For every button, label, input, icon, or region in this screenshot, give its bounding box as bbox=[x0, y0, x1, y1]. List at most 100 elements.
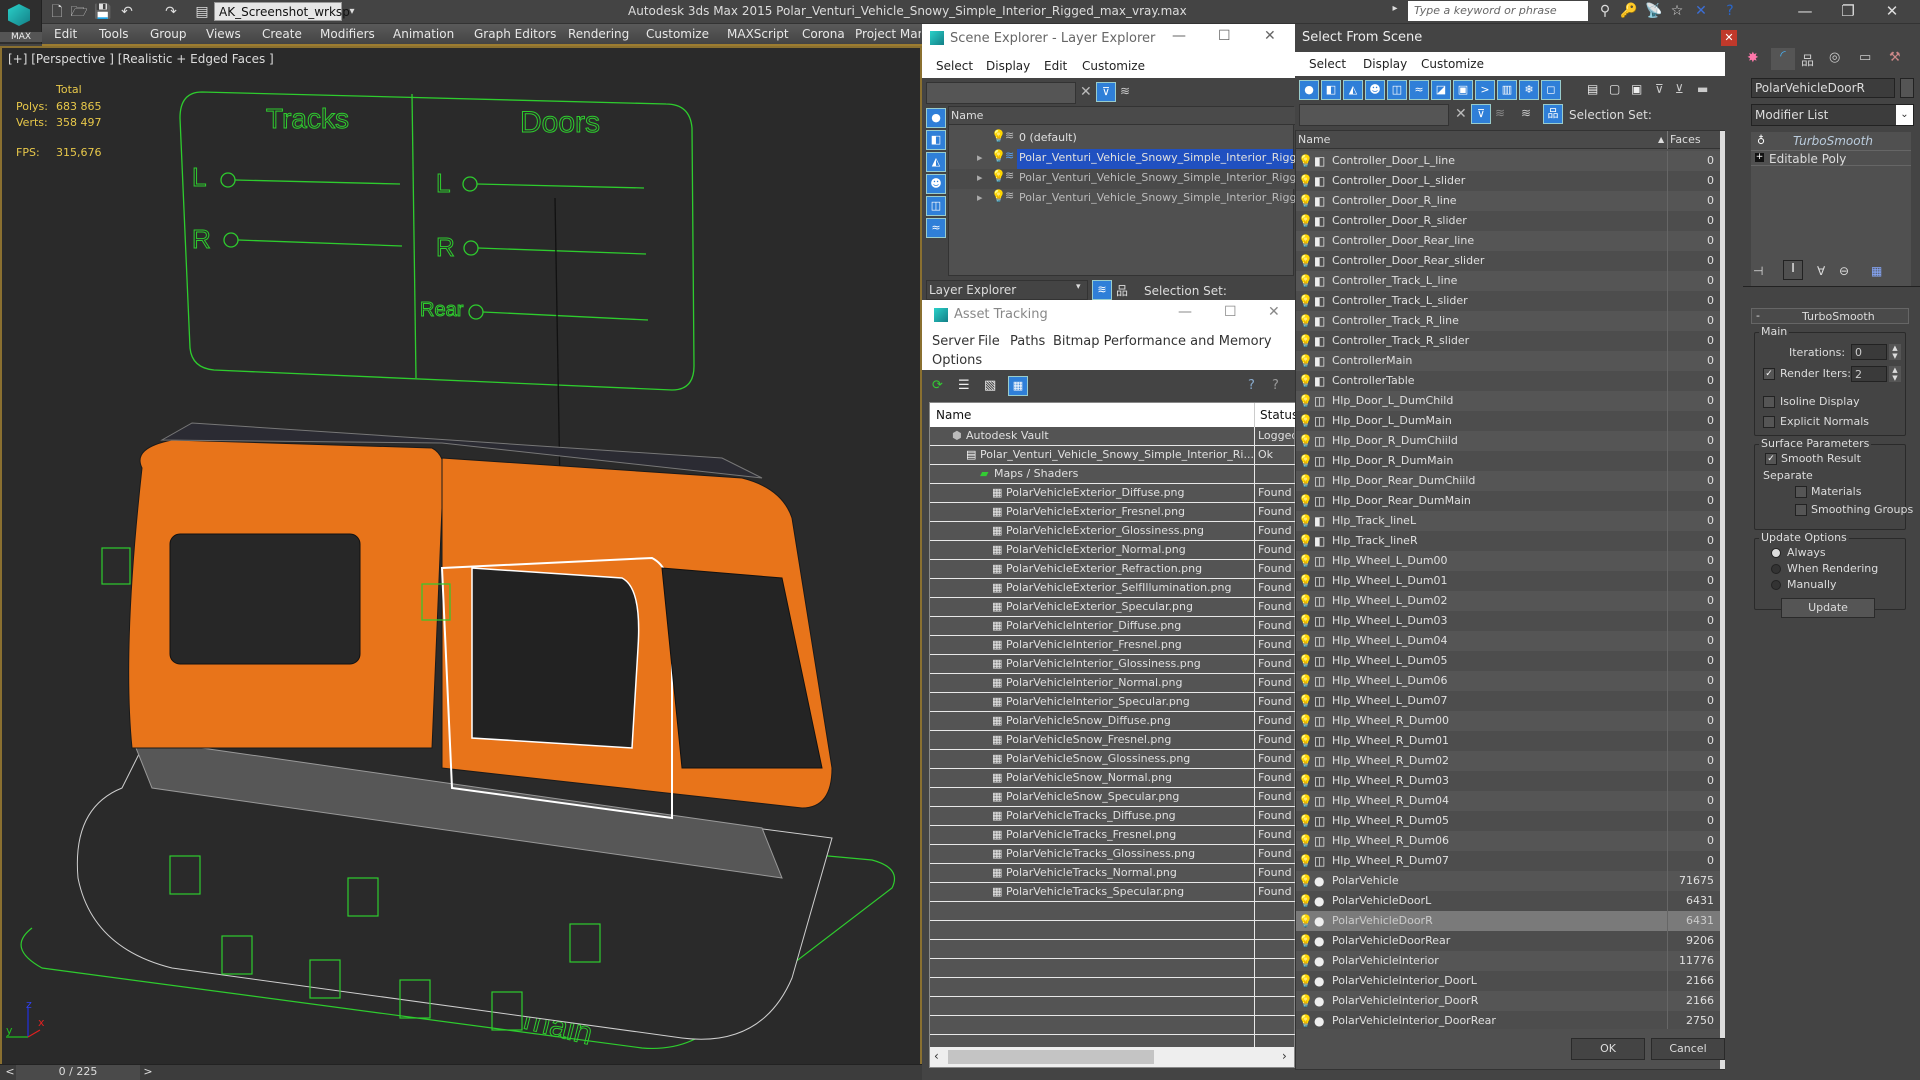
select-all-icon[interactable]: ▤ bbox=[1587, 82, 1598, 96]
light-bulb-icon[interactable]: 💡 bbox=[1298, 951, 1313, 971]
update-always-radio[interactable] bbox=[1771, 548, 1781, 558]
menu-project-manager[interactable]: Project Man bbox=[855, 27, 921, 41]
refresh-icon[interactable]: ⟳ bbox=[932, 378, 943, 393]
asset-row[interactable]: ▦ PolarVehicleTracks_Specular.png Found bbox=[930, 883, 1296, 902]
light-bulb-icon[interactable]: 💡 bbox=[1298, 211, 1313, 231]
menu-corona[interactable]: Corona bbox=[802, 27, 845, 41]
close-button[interactable]: ✕ bbox=[1264, 28, 1276, 44]
maximize-button[interactable]: ☐ bbox=[1224, 304, 1237, 320]
light-bulb-icon[interactable]: 💡 bbox=[1298, 731, 1313, 751]
object-row[interactable]: 💡 ◫ Hlp_Wheel_R_Dum04 0 bbox=[1296, 791, 1720, 811]
menu-edit[interactable]: Edit bbox=[54, 27, 77, 41]
light-bulb-icon[interactable]: 💡 bbox=[1298, 291, 1313, 311]
shapes-filter-icon[interactable]: ◧ bbox=[1321, 80, 1341, 100]
light-bulb-icon[interactable]: 💡 bbox=[1298, 751, 1313, 771]
time-prev-button[interactable]: < bbox=[4, 1065, 16, 1078]
object-row[interactable]: 💡 ◫ Hlp_Wheel_L_Dum00 0 bbox=[1296, 551, 1720, 571]
materials-checkbox[interactable] bbox=[1795, 486, 1807, 498]
asset-row[interactable]: ▦ PolarVehicleSnow_Glossiness.png Found bbox=[930, 750, 1296, 769]
light-bulb-icon[interactable]: 💡 bbox=[1298, 671, 1313, 691]
light-bulb-icon[interactable]: 💡 bbox=[1298, 171, 1313, 191]
create-tab-icon[interactable]: ✸ bbox=[1747, 50, 1759, 66]
hierarchy-tab-icon[interactable]: 品 bbox=[1801, 50, 1814, 69]
close-button[interactable]: ✕ bbox=[1268, 304, 1280, 320]
light-bulb-icon[interactable]: 💡 bbox=[1298, 531, 1313, 551]
light-bulb-icon[interactable]: 💡 bbox=[1298, 311, 1313, 331]
object-row[interactable]: 💡 ◧ ControllerMain 0 bbox=[1296, 351, 1720, 371]
vertical-scrollbar[interactable] bbox=[1720, 131, 1725, 1069]
asset-row[interactable]: ▦ PolarVehicleExterior_Specular.png Found bbox=[930, 598, 1296, 617]
asset-row[interactable] bbox=[930, 997, 1296, 1016]
object-row[interactable]: 💡 ◫ Hlp_Wheel_R_Dum06 0 bbox=[1296, 831, 1720, 851]
show-end-result-icon[interactable]: I bbox=[1783, 260, 1803, 280]
hierarchy-view-icon[interactable]: 品 bbox=[1116, 282, 1128, 299]
object-row[interactable]: 💡 ◧ Controller_Door_Rear_line 0 bbox=[1296, 231, 1720, 251]
light-bulb-icon[interactable]: 💡 bbox=[1298, 691, 1313, 711]
asset-row[interactable]: ▦ PolarVehicleTracks_Normal.png Found bbox=[930, 864, 1296, 883]
col-faces-header[interactable]: Faces bbox=[1670, 131, 1701, 149]
star-icon[interactable]: ☆ bbox=[1666, 3, 1688, 19]
col-name-header[interactable]: Name bbox=[936, 408, 971, 422]
clear-search-icon[interactable]: ✕ bbox=[1455, 106, 1467, 122]
asset-row[interactable]: ▦ PolarVehicleInterior_Normal.png Found bbox=[930, 674, 1296, 693]
object-row[interactable]: 💡 ● PolarVehicleInterior_DoorR 2166 bbox=[1296, 991, 1720, 1011]
filter-icon[interactable]: ⊽ bbox=[1471, 104, 1491, 124]
object-row[interactable]: 💡 ◫ Hlp_Wheel_R_Dum01 0 bbox=[1296, 731, 1720, 751]
select-invert-icon[interactable]: ▣ bbox=[1631, 82, 1642, 96]
object-row[interactable]: 💡 ◫ Hlp_Wheel_L_Dum05 0 bbox=[1296, 651, 1720, 671]
light-bulb-icon[interactable]: 💡 bbox=[1298, 651, 1313, 671]
chevron-down-icon[interactable]: ▾ bbox=[1076, 282, 1081, 292]
light-bulb-icon[interactable]: 💡 bbox=[991, 189, 1006, 203]
rollout-collapse-toggle[interactable]: - bbox=[1756, 309, 1760, 322]
lights-filter-icon[interactable]: ◭ bbox=[926, 152, 946, 172]
menu-file[interactable]: File bbox=[978, 334, 1000, 349]
object-row[interactable]: 💡 ● PolarVehicle 71675 bbox=[1296, 871, 1720, 891]
time-slider[interactable]: < 0 / 225 > bbox=[0, 1064, 922, 1080]
maximize-button[interactable]: ☐ bbox=[1218, 28, 1231, 44]
scroll-left-arrow[interactable]: ‹ bbox=[934, 1049, 939, 1063]
modify-tab-icon[interactable]: ◜ bbox=[1771, 48, 1795, 70]
light-bulb-icon[interactable]: 💡 bbox=[1298, 391, 1313, 411]
stack-item-editable-poly[interactable]: + Editable Poly bbox=[1751, 150, 1911, 166]
object-row[interactable]: 💡 ◧ Controller_Door_L_line 0 bbox=[1296, 151, 1720, 171]
minimize-button[interactable]: — bbox=[1172, 28, 1186, 44]
asset-row[interactable]: ▦ PolarVehicleSnow_Specular.png Found bbox=[930, 788, 1296, 807]
expand-arrow-icon[interactable]: ▸ bbox=[977, 151, 983, 164]
light-bulb-icon[interactable]: 💡 bbox=[1298, 351, 1313, 371]
geometry-filter-icon[interactable]: ● bbox=[1299, 80, 1319, 100]
asset-row[interactable]: ▦ PolarVehicleTracks_Diffuse.png Found bbox=[930, 807, 1296, 826]
menu-customize[interactable]: Customize bbox=[1421, 57, 1484, 71]
turbosmooth-rollout-header[interactable]: - TurboSmooth bbox=[1751, 308, 1909, 324]
menu-options[interactable]: Options bbox=[932, 353, 982, 368]
asset-row[interactable]: ▦ PolarVehicleExterior_SelfIllumination.p… bbox=[930, 579, 1296, 598]
cancel-button[interactable]: Cancel bbox=[1651, 1038, 1725, 1060]
light-bulb-icon[interactable]: 💡 bbox=[1298, 371, 1313, 391]
smooth-result-checkbox[interactable]: ✓ bbox=[1765, 453, 1777, 465]
object-row[interactable]: 💡 ◧ Controller_Door_R_slider 0 bbox=[1296, 211, 1720, 231]
help-icon[interactable]: ? bbox=[1719, 3, 1741, 19]
sfs-search-input[interactable] bbox=[1299, 104, 1449, 126]
object-row[interactable]: 💡 ◫ Hlp_Wheel_R_Dum03 0 bbox=[1296, 771, 1720, 791]
time-next-button[interactable]: > bbox=[140, 1065, 156, 1078]
search-input[interactable]: Type a keyword or phrase bbox=[1408, 1, 1588, 21]
light-bulb-icon[interactable]: 💡 bbox=[1298, 931, 1313, 951]
xrefs-filter-icon[interactable]: ▣ bbox=[1453, 80, 1473, 100]
update-button[interactable]: Update bbox=[1781, 598, 1875, 618]
explicit-normals-checkbox[interactable] bbox=[1763, 416, 1775, 428]
light-bulb-icon[interactable]: 💡 bbox=[991, 149, 1006, 163]
chevron-down-icon[interactable]: ▾ bbox=[343, 3, 361, 21]
bones-filter-icon[interactable]: > bbox=[1475, 80, 1495, 100]
object-row[interactable]: 💡 ◫ Hlp_Door_L_DumChild 0 bbox=[1296, 391, 1720, 411]
light-bulb-icon[interactable]: 💡 bbox=[1298, 511, 1313, 531]
project-folder-icon[interactable]: ▤ bbox=[193, 3, 211, 21]
filter-icon[interactable]: ⊽ bbox=[1096, 82, 1116, 102]
light-bulb-icon[interactable]: 💡 bbox=[1298, 1011, 1313, 1029]
sort-options-icon[interactable]: ⊻ bbox=[1675, 82, 1684, 96]
smoothing-groups-checkbox[interactable] bbox=[1795, 504, 1807, 516]
chevron-down-icon[interactable]: ⌄ bbox=[1896, 105, 1913, 125]
expand-plus-icon[interactable]: + bbox=[1755, 153, 1764, 162]
object-row[interactable]: 💡 ◫ Hlp_Door_R_DumMain 0 bbox=[1296, 451, 1720, 471]
menu-select[interactable]: Select bbox=[1309, 57, 1346, 71]
asset-row[interactable] bbox=[930, 940, 1296, 959]
menu-create[interactable]: Create bbox=[262, 27, 302, 41]
